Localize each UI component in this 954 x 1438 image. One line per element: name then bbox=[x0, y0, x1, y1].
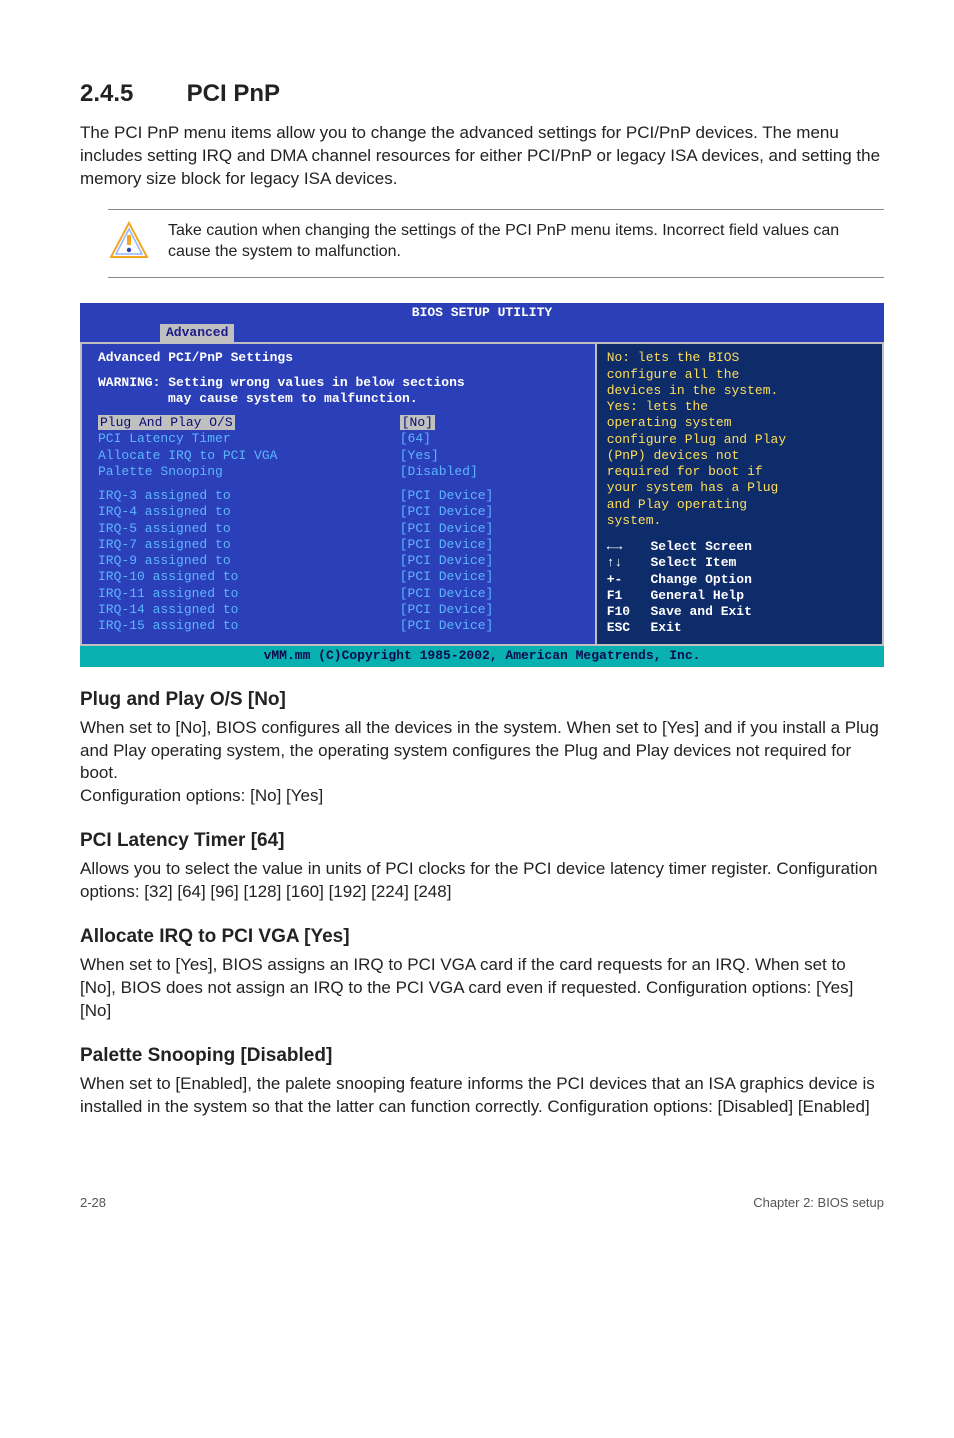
page-footer: 2-28 Chapter 2: BIOS setup bbox=[80, 1189, 884, 1210]
bios-irq-label: IRQ-7 assigned to bbox=[98, 537, 400, 553]
subsection-heading: Plug and Play O/S [No] bbox=[80, 689, 884, 711]
bios-help-l7: (PnP) devices not bbox=[607, 448, 872, 464]
subsection-body: When set to [Enabled], the palete snoopi… bbox=[80, 1073, 884, 1119]
bios-help-l4: Yes: lets the bbox=[607, 399, 872, 415]
bios-irq-label: IRQ-9 assigned to bbox=[98, 553, 400, 569]
bios-screenshot: BIOS SETUP UTILITY Advanced Advanced PCI… bbox=[80, 303, 884, 667]
bios-irq-label: IRQ-4 assigned to bbox=[98, 504, 400, 520]
bios-irq-row[interactable]: IRQ-11 assigned to[PCI Device] bbox=[98, 586, 585, 602]
bios-irq-value[interactable]: [PCI Device] bbox=[400, 537, 585, 553]
bios-setting-label: Plug And Play O/S bbox=[98, 415, 235, 430]
bios-setting-row[interactable]: Allocate IRQ to PCI VGA[Yes] bbox=[98, 448, 585, 464]
bios-irq-label: IRQ-14 assigned to bbox=[98, 602, 400, 618]
bios-key-name: F10 bbox=[607, 604, 643, 620]
bios-help-l8: required for boot if bbox=[607, 464, 872, 480]
bios-panel-heading: Advanced PCI/PnP Settings bbox=[98, 350, 585, 366]
bios-key-name: ↑↓ bbox=[607, 555, 643, 571]
bios-irq-row[interactable]: IRQ-14 assigned to[PCI Device] bbox=[98, 602, 585, 618]
bios-setting-row[interactable]: Palette Snooping[Disabled] bbox=[98, 464, 585, 480]
bios-irq-value[interactable]: [PCI Device] bbox=[400, 488, 585, 504]
bios-irq-value[interactable]: [PCI Device] bbox=[400, 553, 585, 569]
bios-key-hint: ↑↓ Select Item bbox=[607, 555, 872, 571]
bios-help-l10: and Play operating bbox=[607, 497, 872, 513]
caution-text: Take caution when changing the settings … bbox=[168, 220, 884, 263]
bios-key-hint: ←→ Select Screen bbox=[607, 539, 872, 555]
bios-key-desc: Change Option bbox=[643, 572, 752, 587]
bios-help-l6: configure Plug and Play bbox=[607, 432, 872, 448]
caution-callout: Take caution when changing the settings … bbox=[108, 209, 884, 278]
bios-help-l5: operating system bbox=[607, 415, 872, 431]
bios-footer: vMM.mm (C)Copyright 1985-2002, American … bbox=[80, 646, 884, 666]
bios-help-l11: system. bbox=[607, 513, 872, 529]
bios-setting-value[interactable]: [No] bbox=[400, 415, 435, 430]
subsection-heading: Allocate IRQ to PCI VGA [Yes] bbox=[80, 926, 884, 948]
bios-irq-label: IRQ-10 assigned to bbox=[98, 569, 400, 585]
bios-irq-label: IRQ-5 assigned to bbox=[98, 521, 400, 537]
bios-key-hint: F1 General Help bbox=[607, 588, 872, 604]
bios-setting-label: Palette Snooping bbox=[98, 464, 400, 480]
bios-key-desc: Save and Exit bbox=[643, 604, 752, 619]
bios-setting-row[interactable]: PCI Latency Timer[64] bbox=[98, 431, 585, 447]
bios-help-l3: devices in the system. bbox=[607, 383, 872, 399]
bios-irq-row[interactable]: IRQ-7 assigned to[PCI Device] bbox=[98, 537, 585, 553]
section-number: 2.4.5 bbox=[80, 80, 180, 108]
bios-help-l2: configure all the bbox=[607, 367, 872, 383]
bios-help-l1: No: lets the BIOS bbox=[607, 350, 872, 366]
bios-key-desc: Exit bbox=[643, 620, 682, 635]
bios-irq-value[interactable]: [PCI Device] bbox=[400, 504, 585, 520]
bios-key-hint: +- Change Option bbox=[607, 572, 872, 588]
footer-page-number: 2-28 bbox=[80, 1195, 106, 1210]
section-title-text: PCI PnP bbox=[187, 80, 280, 107]
bios-key-desc: General Help bbox=[643, 588, 744, 603]
bios-key-name: F1 bbox=[607, 588, 643, 604]
bios-irq-row[interactable]: IRQ-4 assigned to[PCI Device] bbox=[98, 504, 585, 520]
bios-key-name: +- bbox=[607, 572, 643, 588]
bios-warning: WARNING: Setting wrong values in below s… bbox=[98, 375, 585, 391]
bios-irq-value[interactable]: [PCI Device] bbox=[400, 569, 585, 585]
bios-key-hint: F10 Save and Exit bbox=[607, 604, 872, 620]
bios-setting-row[interactable]: Plug And Play O/S [No] bbox=[98, 415, 585, 431]
bios-irq-label: IRQ-15 assigned to bbox=[98, 618, 400, 634]
subsection-heading: Palette Snooping [Disabled] bbox=[80, 1045, 884, 1067]
bios-irq-value[interactable]: [PCI Device] bbox=[400, 586, 585, 602]
bios-irq-value[interactable]: [PCI Device] bbox=[400, 521, 585, 537]
bios-setting-value[interactable]: [64] bbox=[400, 431, 585, 447]
bios-irq-row[interactable]: IRQ-5 assigned to[PCI Device] bbox=[98, 521, 585, 537]
bios-key-desc: Select Screen bbox=[643, 539, 752, 554]
subsection-body: When set to [No], BIOS configures all th… bbox=[80, 717, 884, 809]
bios-tab-advanced[interactable]: Advanced bbox=[160, 324, 234, 342]
bios-tab-bar: Advanced bbox=[80, 323, 884, 342]
subsection-heading: PCI Latency Timer [64] bbox=[80, 830, 884, 852]
bios-irq-row[interactable]: IRQ-9 assigned to[PCI Device] bbox=[98, 553, 585, 569]
bios-warning-label: WARNING: bbox=[98, 375, 160, 390]
subsection-body: When set to [Yes], BIOS assigns an IRQ t… bbox=[80, 954, 884, 1023]
bios-main-panel: Advanced PCI/PnP Settings WARNING: Setti… bbox=[80, 344, 597, 646]
section-heading: 2.4.5 PCI PnP bbox=[80, 80, 884, 108]
footer-chapter: Chapter 2: BIOS setup bbox=[753, 1195, 884, 1210]
bios-key-name: ←→ bbox=[607, 539, 643, 555]
bios-irq-row[interactable]: IRQ-15 assigned to[PCI Device] bbox=[98, 618, 585, 634]
bios-irq-row[interactable]: IRQ-10 assigned to[PCI Device] bbox=[98, 569, 585, 585]
intro-paragraph: The PCI PnP menu items allow you to chan… bbox=[80, 122, 884, 191]
bios-key-hint: ESC Exit bbox=[607, 620, 872, 636]
bios-help-l9: your system has a Plug bbox=[607, 480, 872, 496]
bios-warning-line1: Setting wrong values in below sections bbox=[168, 375, 464, 390]
bios-irq-value[interactable]: [PCI Device] bbox=[400, 602, 585, 618]
bios-key-desc: Select Item bbox=[643, 555, 737, 570]
bios-help-panel: No: lets the BIOS configure all the devi… bbox=[597, 344, 884, 646]
bios-setting-label: Allocate IRQ to PCI VGA bbox=[98, 448, 400, 464]
subsection-body: Allows you to select the value in units … bbox=[80, 858, 884, 904]
bios-irq-value[interactable]: [PCI Device] bbox=[400, 618, 585, 634]
bios-irq-row[interactable]: IRQ-3 assigned to[PCI Device] bbox=[98, 488, 585, 504]
bios-setting-label: PCI Latency Timer bbox=[98, 431, 400, 447]
bios-key-name: ESC bbox=[607, 620, 643, 636]
bios-irq-label: IRQ-11 assigned to bbox=[98, 586, 400, 602]
bios-irq-label: IRQ-3 assigned to bbox=[98, 488, 400, 504]
caution-icon bbox=[108, 220, 150, 267]
bios-setting-value[interactable]: [Disabled] bbox=[400, 464, 585, 480]
bios-warning-line2: may cause system to malfunction. bbox=[98, 391, 585, 407]
bios-setting-value[interactable]: [Yes] bbox=[400, 448, 585, 464]
bios-title-bar: BIOS SETUP UTILITY bbox=[80, 303, 884, 323]
